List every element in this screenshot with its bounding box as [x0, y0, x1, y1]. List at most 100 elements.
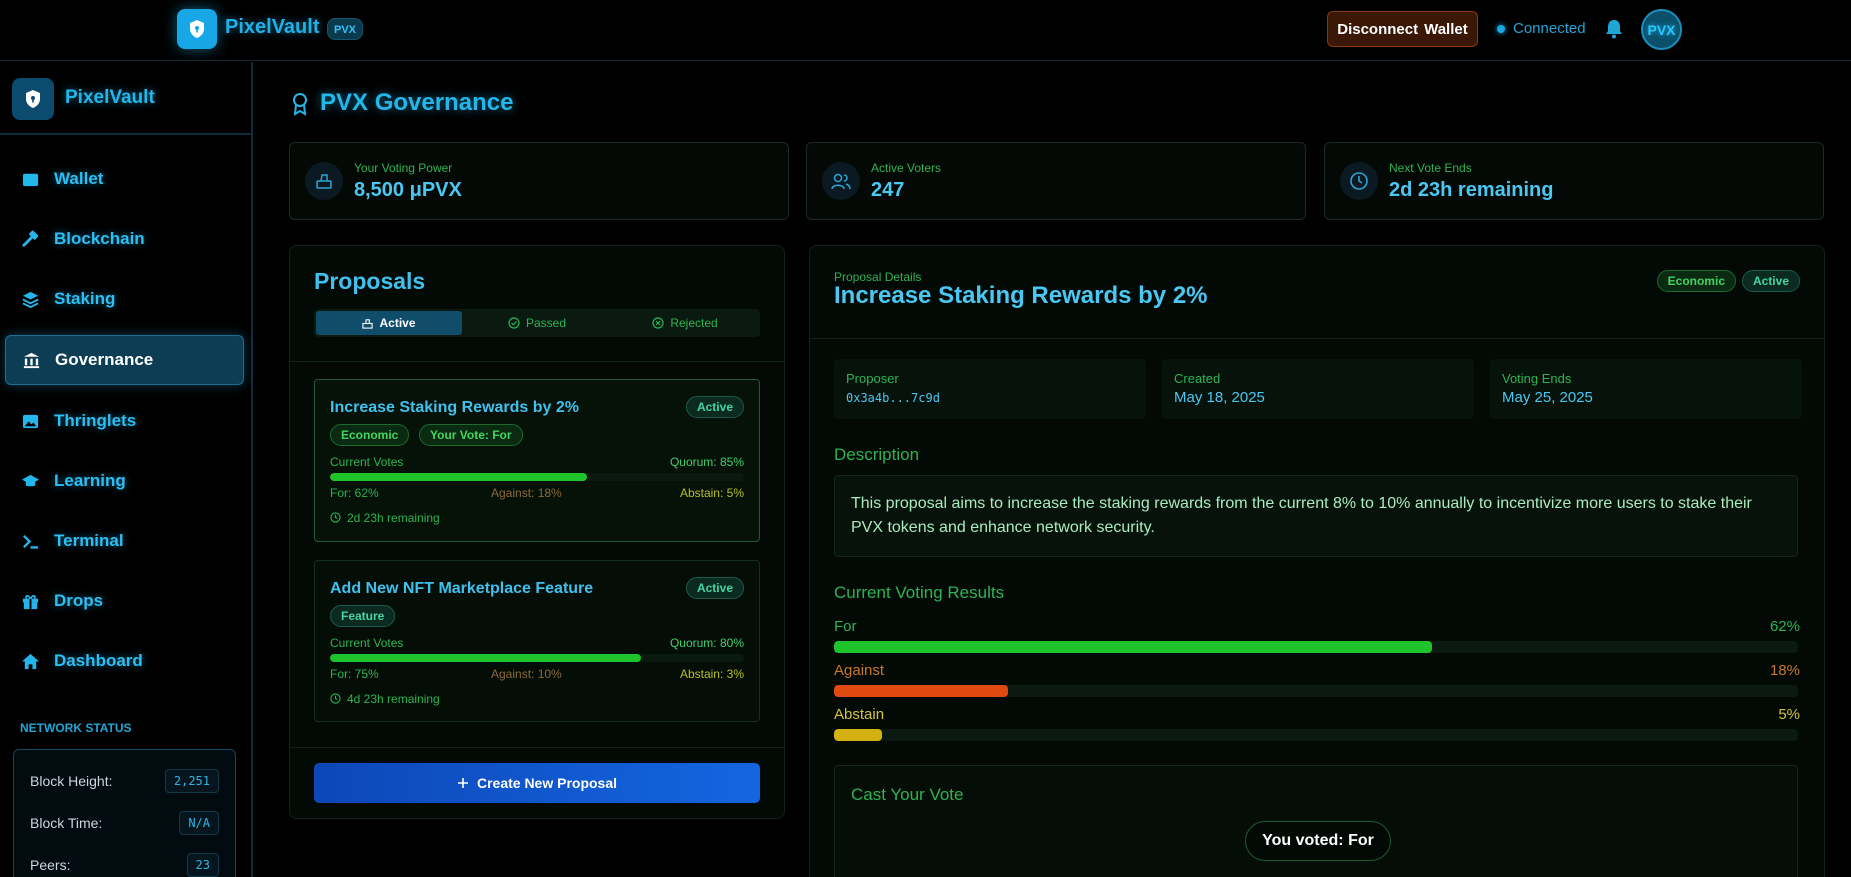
avatar[interactable]: PVX: [1641, 9, 1682, 50]
sidebar-item-label: Governance: [55, 350, 154, 369]
description-title: Description: [834, 445, 920, 464]
sidebar-brand[interactable]: PixelVault: [65, 87, 155, 109]
time-remaining: 2d 23h remaining: [347, 511, 440, 525]
against-pct-label: Against: 18%: [491, 486, 562, 500]
network-status-panel: Block Height: 2,251 Block Time: N/A Peer…: [13, 749, 236, 877]
tab-active[interactable]: Active: [316, 311, 462, 335]
page-title: PVX Governance: [320, 89, 514, 116]
sidebar-item-label: Terminal: [54, 531, 124, 550]
sidebar-item-thringlets[interactable]: Thringlets: [5, 396, 244, 446]
peers-value: 23: [186, 853, 219, 877]
sidebar-item-dashboard[interactable]: Dashboard: [5, 636, 244, 686]
your-vote-badge: Your Vote: For: [419, 424, 523, 446]
for-pct-label: For: 75%: [330, 667, 379, 681]
stat-value: 8,500 μPVX: [354, 179, 462, 201]
against-pct: 18%: [1769, 662, 1800, 679]
proposer-address: 0x3a4b...7c9d: [846, 391, 940, 405]
category-badge: Economic: [1656, 270, 1736, 292]
abstain-pct-label: Abstain: 5%: [679, 486, 744, 500]
abstain-bar-fill: [834, 729, 883, 741]
graduation-cap-icon: [21, 474, 40, 486]
vote-progress-fill: [330, 654, 641, 662]
tab-label: Active: [379, 316, 416, 330]
created-info: Created May 18, 2025: [1162, 359, 1474, 419]
info-label: Voting Ends: [1502, 371, 1572, 386]
info-label: Proposer: [846, 371, 899, 386]
abstain-pct: 5%: [1778, 706, 1800, 723]
block-height-value: 2,251: [164, 769, 219, 793]
sidebar-item-wallet[interactable]: Wallet: [5, 154, 244, 204]
sidebar-item-drops[interactable]: Drops: [5, 576, 244, 626]
stat-value: 247: [871, 179, 905, 201]
sidebar-item-label: Blockchain: [54, 229, 145, 248]
connection-status: Connected: [1497, 20, 1586, 37]
peers-label: Peers:: [30, 857, 71, 873]
voted-status-pill: You voted: For: [1245, 821, 1391, 861]
block-time-value: N/A: [179, 811, 219, 835]
layers-icon: [22, 291, 39, 308]
divider: [290, 361, 784, 362]
quorum-label: Quorum: 85%: [669, 455, 744, 469]
divider: [290, 747, 784, 748]
against-label: Against: [834, 662, 885, 679]
tab-passed[interactable]: Passed: [464, 311, 610, 335]
proposals-panel: Proposals Active Passed Rejected Increas…: [289, 245, 785, 819]
shield-logo-icon[interactable]: [12, 78, 54, 120]
tab-rejected[interactable]: Rejected: [612, 311, 758, 335]
voting-ends-info: Voting Ends May 25, 2025: [1490, 359, 1802, 419]
terminal-icon: [23, 534, 39, 549]
proposal-card[interactable]: Add New NFT Marketplace Feature Active F…: [314, 560, 760, 722]
status-badge: Active: [685, 396, 744, 418]
description-text: This proposal aims to increase the staki…: [834, 475, 1798, 557]
disconnect-wallet-button[interactable]: Disconnect Wallet: [1327, 11, 1478, 47]
proposal-card[interactable]: Increase Staking Rewards by 2% Active Ec…: [314, 379, 760, 542]
for-label: For: [834, 618, 857, 635]
sidebar-item-governance[interactable]: Governance: [5, 335, 244, 385]
vote-progress-bar: [330, 473, 744, 481]
status-badge: Active: [1741, 270, 1800, 292]
vote-box-icon: [362, 318, 374, 329]
current-votes-label: Current Votes: [330, 455, 404, 469]
connection-status-text: Connected: [1513, 20, 1586, 37]
against-pct-label: Against: 10%: [491, 667, 562, 681]
stat-label: Next Vote Ends: [1389, 161, 1472, 175]
brand-name[interactable]: PixelVault: [225, 16, 320, 39]
abstain-pct-label: Abstain: 3%: [679, 667, 744, 681]
proposal-title: Add New NFT Marketplace Feature: [330, 580, 594, 597]
image-icon: [22, 414, 39, 428]
create-proposal-button[interactable]: Create New Proposal: [314, 763, 760, 803]
create-proposal-label: Create New Proposal: [476, 775, 618, 791]
hammer-icon: [22, 229, 39, 247]
bell-icon[interactable]: [1604, 18, 1624, 40]
clock-icon: [1340, 162, 1378, 200]
clock-icon: [330, 512, 341, 523]
block-time-label: Block Time:: [30, 815, 103, 831]
quorum-label: Quorum: 80%: [669, 636, 744, 650]
top-bar: PixelVault PVX Disconnect Wallet Connect…: [0, 0, 1851, 61]
proposal-title: Increase Staking Rewards by 2%: [330, 399, 579, 416]
users-icon: [822, 162, 860, 200]
against-bar-fill: [834, 685, 1008, 697]
bank-icon: [23, 352, 40, 368]
block-height-label: Block Height:: [30, 773, 113, 789]
stat-value: 2d 23h remaining: [1389, 179, 1554, 201]
sidebar-item-terminal[interactable]: Terminal: [5, 516, 244, 566]
sidebar-item-learning[interactable]: Learning: [5, 456, 244, 506]
next-vote-card: Next Vote Ends 2d 23h remaining: [1324, 142, 1824, 220]
sidebar-item-label: Wallet: [54, 169, 104, 188]
stat-label: Active Voters: [871, 161, 942, 175]
plus-icon: [457, 778, 468, 788]
sidebar-item-label: Thringlets: [54, 411, 137, 430]
created-date: May 18, 2025: [1174, 389, 1265, 406]
status-badge: Active: [685, 577, 744, 599]
cast-vote-title: Cast Your Vote: [851, 785, 964, 804]
vote-progress-bar: [330, 654, 744, 662]
token-tag: PVX: [327, 18, 364, 40]
stat-label: Your Voting Power: [354, 161, 453, 175]
sidebar-item-staking[interactable]: Staking: [5, 274, 244, 324]
cast-vote-section: Cast Your Vote You voted: For: [834, 765, 1798, 877]
sidebar-item-blockchain[interactable]: Blockchain: [5, 214, 244, 264]
info-label: Created: [1174, 371, 1221, 386]
shield-logo-icon[interactable]: [177, 9, 217, 49]
for-pct-label: For: 62%: [330, 486, 379, 500]
